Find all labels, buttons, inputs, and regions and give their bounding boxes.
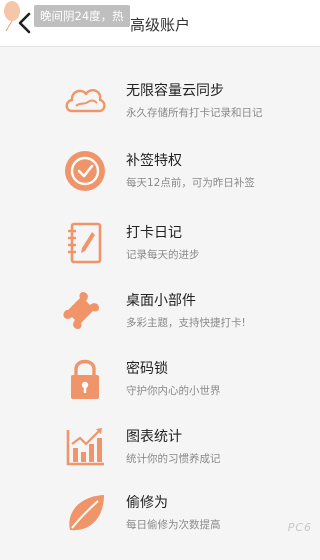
feature-desc: 每天12点前，可为昨日补签	[126, 177, 255, 189]
chart-icon	[66, 428, 104, 466]
feature-name: 图表统计	[126, 429, 182, 445]
feature-desc: 永久存储所有打卡记录和日记	[126, 107, 263, 119]
feature-name: 桌面小部件	[126, 293, 196, 309]
feature-item-cloud-sync: 无限容量云同步 永久存储所有打卡记录和日记	[0, 78, 320, 148]
feature-name: 密码锁	[126, 361, 168, 377]
feature-item-steal-cultivation: 偷修为 每日偷修为次数提高	[0, 490, 320, 560]
feature-desc: 多彩主题，支持快捷打卡!	[126, 317, 246, 329]
feature-name: 偷修为	[126, 495, 168, 511]
feature-item-password-lock: 密码锁 守护你内心的小世界	[0, 356, 320, 426]
leaf-icon	[69, 495, 104, 531]
page-title: 高级账户	[129, 16, 190, 34]
header-bar: 晚间阴24度，热 高级账户	[0, 0, 320, 47]
feature-desc: 记录每天的进步	[126, 249, 200, 261]
feature-name: 打卡日记	[126, 225, 182, 241]
watermark: PC6	[287, 521, 312, 534]
diary-icon	[68, 222, 102, 264]
feature-name: 无限容量云同步	[126, 83, 224, 99]
feature-desc: 统计你的习惯养成记	[126, 453, 221, 465]
check-icon	[65, 151, 105, 191]
cloud-icon	[65, 88, 106, 113]
feature-item-diary: 打卡日记 记录每天的进步	[0, 220, 320, 290]
lock-icon	[71, 359, 99, 399]
feature-item-widget: 桌面小部件 多彩主题，支持快捷打卡!	[0, 288, 320, 358]
feature-name: 补签特权	[126, 153, 182, 169]
feature-desc: 每日偷修为次数提高	[126, 519, 221, 531]
feature-desc: 守护你内心的小世界	[126, 385, 221, 397]
feature-item-makeup-checkin: 补签特权 每天12点前，可为昨日补签	[0, 148, 320, 218]
puzzle-icon	[63, 291, 100, 330]
feature-item-charts: 图表统计 统计你的习惯养成记	[0, 424, 320, 494]
